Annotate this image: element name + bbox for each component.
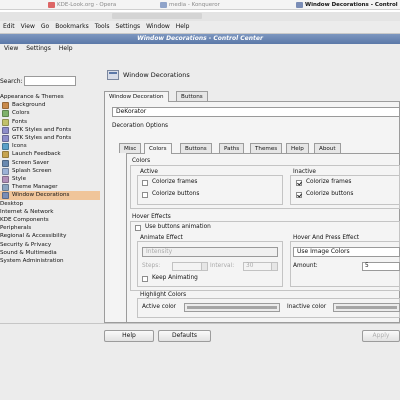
tab-themes[interactable]: Themes xyxy=(250,143,283,153)
task-label: media - Konqueror xyxy=(169,2,220,8)
interval-label: Interval: xyxy=(210,263,235,269)
window-decorations-icon xyxy=(296,2,303,8)
decoration-combo[interactable]: DeKorator xyxy=(112,107,400,117)
decoration-value: DeKorator xyxy=(116,108,147,115)
keep-animating-checkbox[interactable] xyxy=(142,276,148,282)
module-tree: Appearance & Themes Background Colors Fonts… xyxy=(0,93,100,293)
steps-spinbox[interactable] xyxy=(172,262,208,271)
menu-view[interactable]: View xyxy=(18,22,38,32)
menu-tools[interactable]: Tools xyxy=(92,22,113,32)
active-color-button[interactable] xyxy=(184,303,280,312)
fonts-icon xyxy=(2,118,9,126)
task-konqueror[interactable]: media - Konqueror xyxy=(160,1,220,9)
tab-help[interactable]: Help xyxy=(286,143,309,153)
tab-misc[interactable]: Misc xyxy=(119,143,142,153)
background-icon xyxy=(2,102,9,110)
interval-spinbox[interactable]: 30 xyxy=(243,262,278,271)
spin-arrows-icon xyxy=(271,263,277,270)
gtk-icon xyxy=(2,135,9,142)
amount-value: 5 xyxy=(365,263,369,269)
tab-paths[interactable]: Paths xyxy=(219,143,245,153)
task-label: Window Decorations - Control xyxy=(305,2,398,8)
apply-button[interactable]: Apply xyxy=(362,330,400,342)
tree-item-label: System Administration xyxy=(0,258,64,264)
spin-arrows-icon xyxy=(201,263,207,270)
inactive-color-label: Inactive color xyxy=(287,304,327,310)
screen: { "taskbar": { "tasks": [ {"label": "KDE… xyxy=(0,0,400,400)
window-decorations-icon xyxy=(107,70,119,80)
menu-settings[interactable]: Settings xyxy=(113,22,144,32)
tree-item[interactable]: System Administration xyxy=(0,257,64,266)
search-label: Search: xyxy=(0,77,23,85)
press-effect-value: Use Image Colors xyxy=(297,248,350,255)
amount-spinbox[interactable]: 5 xyxy=(362,262,400,271)
style-icon xyxy=(2,176,9,183)
defaults-button[interactable]: Defaults xyxy=(158,330,211,342)
colors-group-label: Colors xyxy=(132,158,151,164)
tab-buttons-inner[interactable]: Buttons xyxy=(180,143,212,153)
colorize-buttons-inactive-label: Colorize buttons xyxy=(306,191,354,197)
colorize-buttons-active-label: Colorize buttons xyxy=(152,191,200,197)
taskbar: KDE-Look.org - Opera media - Konqueror W… xyxy=(0,0,400,10)
konqueror-menubar: Edit View Go Bookmarks Tools Settings Wi… xyxy=(0,22,192,32)
tab-about[interactable]: About xyxy=(314,143,341,153)
control-center-menubar: View Settings Help xyxy=(0,44,400,54)
konqueror-title-blur xyxy=(112,13,202,19)
konqueror-titlebar xyxy=(0,12,400,21)
task-label: KDE-Look.org - Opera xyxy=(57,2,117,8)
gtk-icon xyxy=(2,126,9,134)
animate-effect-combo[interactable]: Intensity xyxy=(142,247,278,257)
decoration-options-label: Decoration Options xyxy=(112,123,169,129)
opera-icon xyxy=(48,2,55,8)
menu-view[interactable]: View xyxy=(0,44,22,54)
launch-icon xyxy=(2,151,9,159)
konqueror-window: Edit View Go Bookmarks Tools Settings Wi… xyxy=(0,12,400,34)
tab-window-decoration[interactable]: Window Decoration xyxy=(104,91,169,102)
screensaver-icon xyxy=(2,159,9,167)
task-control-center[interactable]: Window Decorations - Control xyxy=(296,1,398,9)
interval-value: 30 xyxy=(246,263,254,269)
inactive-color-button[interactable] xyxy=(333,303,400,312)
icons-icon xyxy=(2,143,9,151)
task-opera[interactable]: KDE-Look.org - Opera xyxy=(48,1,116,9)
colors-icon xyxy=(2,110,9,118)
menu-edit[interactable]: Edit xyxy=(0,22,18,32)
active-color-swatch xyxy=(187,306,277,309)
keep-animating-label: Keep Animating xyxy=(152,275,198,281)
window-decorations-icon xyxy=(2,192,9,200)
splash-icon xyxy=(2,167,9,175)
colorize-frames-inactive-checkbox[interactable] xyxy=(296,180,302,186)
colorize-frames-inactive-label: Colorize frames xyxy=(306,179,352,185)
hover-group-label: Hover Effects xyxy=(132,214,171,220)
page-title: Window Decorations xyxy=(123,71,190,79)
control-center-titlebar[interactable]: Window Decorations - Control Center xyxy=(0,34,400,44)
theme-icon xyxy=(2,184,9,192)
steps-label: Steps: xyxy=(142,263,161,269)
bottom-separator xyxy=(0,323,400,324)
menu-bookmarks[interactable]: Bookmarks xyxy=(52,22,92,32)
menu-go[interactable]: Go xyxy=(38,22,52,32)
menu-help[interactable]: Help xyxy=(55,44,77,54)
animate-effect-value: Intensity xyxy=(146,248,173,255)
use-animation-label: Use buttons animation xyxy=(145,224,211,230)
colorize-frames-active-label: Colorize frames xyxy=(152,179,198,185)
konqueror-icon xyxy=(160,2,167,8)
use-animation-checkbox[interactable] xyxy=(135,225,141,231)
active-color-label: Active color xyxy=(142,304,177,310)
menu-settings[interactable]: Settings xyxy=(22,44,55,54)
tab-buttons[interactable]: Buttons xyxy=(176,91,208,101)
amount-label: Amount: xyxy=(293,263,318,269)
search-row: Search: xyxy=(0,76,23,86)
press-effect-combo[interactable]: Use Image Colors xyxy=(293,247,400,257)
colorize-frames-active-checkbox[interactable] xyxy=(142,180,148,186)
inactive-color-swatch xyxy=(336,306,397,309)
menu-help[interactable]: Help xyxy=(173,22,193,32)
menu-window[interactable]: Window xyxy=(143,22,173,32)
tab-colors[interactable]: Colors xyxy=(144,143,172,154)
colorize-buttons-inactive-checkbox[interactable] xyxy=(296,192,302,198)
search-input[interactable] xyxy=(24,76,76,86)
help-button[interactable]: Help xyxy=(104,330,154,342)
colorize-buttons-active-checkbox[interactable] xyxy=(142,192,148,198)
